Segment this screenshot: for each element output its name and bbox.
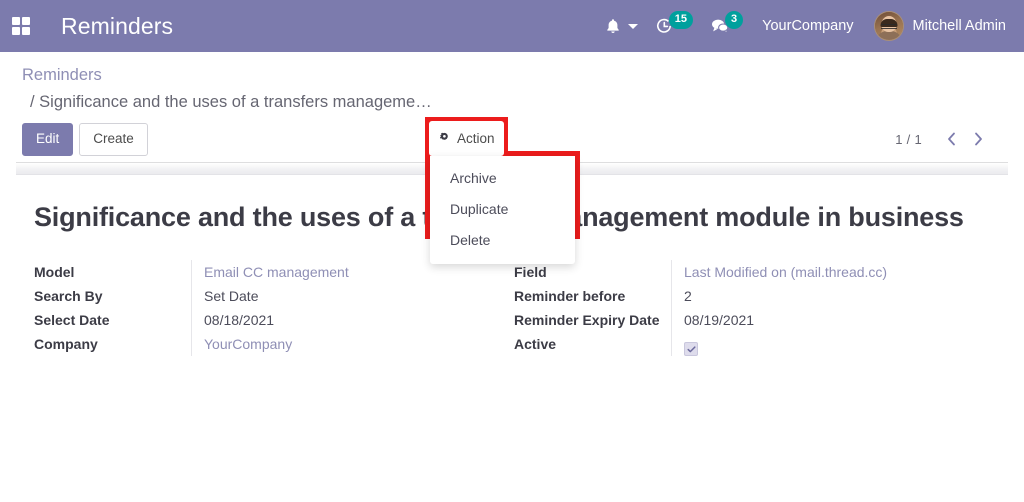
user-menu[interactable]: Mitchell Admin bbox=[864, 11, 1010, 41]
action-button[interactable]: Action bbox=[429, 121, 504, 157]
field-reminder-before: Reminder before 2 bbox=[514, 283, 994, 308]
control-panel-buttons: Edit Create Action Archive Duplicate Del… bbox=[16, 117, 1008, 265]
field-value-company[interactable]: YourCompany bbox=[191, 331, 514, 356]
menu-item-archive[interactable]: Archive bbox=[430, 163, 575, 194]
messaging-menu[interactable]: 3 bbox=[702, 0, 752, 52]
avatar bbox=[873, 11, 904, 41]
form-columns: Model Email CC management Search By Set … bbox=[34, 259, 990, 357]
breadcrumb-current-record: / Significance and the uses of a transfe… bbox=[30, 92, 432, 111]
field-company: Company YourCompany bbox=[34, 331, 514, 356]
field-value-reminder-expiry-date: 08/19/2021 bbox=[671, 307, 994, 332]
create-button[interactable]: Create bbox=[79, 123, 148, 156]
app-brand-title[interactable]: Reminders bbox=[61, 13, 173, 40]
field-reminder-expiry-date: Reminder Expiry Date 08/19/2021 bbox=[514, 307, 994, 332]
top-navbar: Reminders 15 3 YourCompany Mitchell Admi… bbox=[0, 0, 1024, 52]
form-column-right: Field Last Modified on (mail.thread.cc) … bbox=[514, 259, 994, 357]
navbar-right-menu: 15 3 YourCompany Mitchell Admin bbox=[596, 0, 1010, 52]
user-name-label: Mitchell Admin bbox=[912, 18, 1006, 34]
action-dropdown-zone: Action Archive Duplicate Delete bbox=[425, 117, 580, 265]
messages-count-badge: 3 bbox=[725, 11, 744, 29]
breadcrumb: Reminders / Significance and the uses of… bbox=[16, 62, 1008, 115]
apps-grid-icon[interactable] bbox=[6, 0, 36, 52]
field-value-reminder-before: 2 bbox=[671, 283, 994, 308]
field-label-reminder-before: Reminder before bbox=[514, 287, 626, 304]
active-checkbox[interactable] bbox=[684, 342, 698, 357]
record-pager: 1 / 1 bbox=[895, 132, 1008, 147]
field-label-select-date: Select Date bbox=[34, 311, 110, 328]
menu-item-delete[interactable]: Delete bbox=[430, 225, 575, 256]
chevron-right-icon[interactable] bbox=[965, 132, 992, 146]
field-label-reminder-expiry-date: Reminder Expiry Date bbox=[514, 311, 660, 328]
field-active: Active bbox=[514, 331, 994, 357]
field-select-date: Select Date 08/18/2021 bbox=[34, 307, 514, 332]
action-dropdown-menu: Archive Duplicate Delete bbox=[430, 156, 575, 265]
field-value-search-by: Set Date bbox=[191, 283, 514, 308]
activity-count-badge: 15 bbox=[668, 11, 694, 29]
gear-icon bbox=[438, 132, 451, 145]
control-panel: Reminders / Significance and the uses of… bbox=[0, 52, 1024, 265]
bell-icon bbox=[605, 18, 621, 35]
field-label-active: Active bbox=[514, 335, 557, 352]
field-field: Field Last Modified on (mail.thread.cc) bbox=[514, 259, 994, 284]
field-label-model: Model bbox=[34, 263, 75, 280]
notifications-menu[interactable] bbox=[596, 0, 647, 52]
company-switcher[interactable]: YourCompany bbox=[752, 18, 863, 34]
chevron-left-icon[interactable] bbox=[938, 132, 965, 146]
menu-item-duplicate[interactable]: Duplicate bbox=[430, 194, 575, 225]
breadcrumb-root-link[interactable]: Reminders bbox=[22, 62, 1008, 89]
action-button-label: Action bbox=[457, 131, 495, 147]
activities-menu[interactable]: 15 bbox=[647, 0, 702, 52]
pager-counter: 1 / 1 bbox=[895, 131, 922, 147]
field-label-company: Company bbox=[34, 335, 98, 352]
field-label-search-by: Search By bbox=[34, 287, 103, 304]
field-value-field[interactable]: Last Modified on (mail.thread.cc) bbox=[671, 259, 994, 284]
form-column-left: Model Email CC management Search By Set … bbox=[34, 259, 514, 356]
field-value-active bbox=[671, 331, 994, 357]
field-search-by: Search By Set Date bbox=[34, 283, 514, 308]
chevron-down-icon bbox=[627, 23, 638, 29]
edit-button[interactable]: Edit bbox=[22, 123, 74, 156]
field-value-select-date: 08/18/2021 bbox=[191, 307, 514, 332]
